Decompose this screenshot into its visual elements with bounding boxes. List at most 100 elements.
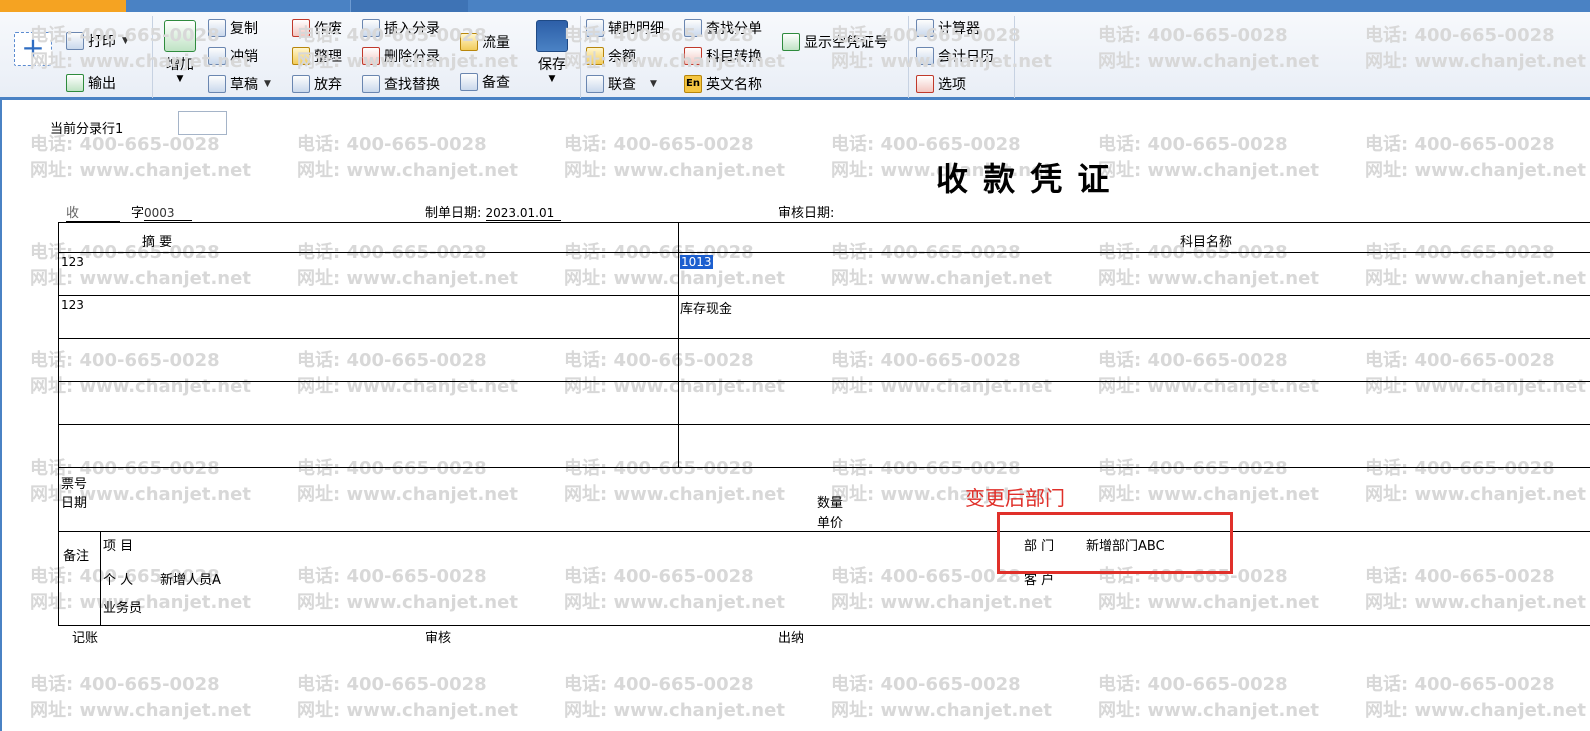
watermark-phone: 电话: 400-665-0028	[564, 242, 754, 263]
watermark-site: 网址: www.chanjet.net	[30, 700, 251, 721]
active-tab[interactable]	[0, 0, 126, 12]
balance-icon	[586, 47, 604, 65]
draft-icon	[208, 75, 226, 93]
find-replace-button[interactable]: 查找替换	[362, 73, 440, 95]
watermark-phone: 电话: 400-665-0028	[1365, 242, 1555, 263]
add-button[interactable]: 增加 ▼	[158, 20, 202, 84]
find-replace-label: 查找替换	[384, 77, 440, 93]
calculator-label: 计算器	[938, 21, 980, 37]
arrange-button[interactable]: 整理	[292, 45, 342, 67]
english-en-icon: En	[684, 75, 702, 93]
flow-button[interactable]: 流量	[460, 31, 510, 53]
current-row-label: 当前分录行1	[50, 122, 124, 137]
watermark-phone: 电话: 400-665-0028	[297, 134, 487, 155]
calculator-button[interactable]: 计算器	[916, 17, 980, 39]
watermark-site: 网址: www.chanjet.net	[564, 268, 785, 289]
person-value[interactable]: 新增人员A	[160, 569, 221, 588]
watermark-site: 网址: www.chanjet.net	[564, 484, 785, 505]
row4-summary[interactable]	[60, 383, 676, 423]
watermark-phone: 电话: 400-665-0028	[831, 242, 1021, 263]
new-tab-button[interactable]: +	[14, 32, 52, 66]
watermark-phone: 电话: 400-665-0028	[297, 674, 487, 695]
linked-query-label: 联查	[608, 77, 636, 93]
void-button[interactable]: 作废	[292, 17, 342, 39]
watermark-site: 网址: www.chanjet.net	[1365, 700, 1586, 721]
draft-label: 草稿	[230, 77, 258, 93]
chevron-down-icon[interactable]: ▼	[650, 79, 657, 89]
ticket-no-label: 票号	[61, 477, 88, 492]
print-button[interactable]: 打印 ▼	[66, 30, 129, 52]
flow-icon	[460, 33, 478, 51]
abandon-label: 放弃	[314, 77, 342, 93]
audit-date-label: 审核日期:	[778, 206, 835, 221]
watermark-site: 网址: www.chanjet.net	[1098, 700, 1319, 721]
aux-detail-button[interactable]: 辅助明细	[586, 17, 664, 39]
balance-label: 余额	[608, 49, 636, 65]
voucher-number[interactable]: 0003	[144, 206, 193, 221]
annotation-highlight-box	[997, 512, 1233, 574]
project-label: 项 目	[103, 539, 134, 554]
find-entry-button[interactable]: 查找分单	[684, 17, 762, 39]
export-label: 输出	[88, 76, 116, 92]
watermark-phone: 电话: 400-665-0028	[1365, 134, 1555, 155]
current-row-input[interactable]	[178, 111, 227, 135]
row3-account[interactable]	[680, 340, 1580, 380]
add-label: 增加	[166, 57, 194, 73]
backup-check-icon	[460, 73, 478, 91]
row1-account[interactable]: 1013	[680, 255, 713, 269]
reverse-button[interactable]: 冲销	[208, 45, 258, 67]
abandon-button[interactable]: 放弃	[292, 73, 342, 95]
watermark-phone: 电话: 400-665-0028	[1365, 674, 1555, 695]
copy-button[interactable]: 复制	[208, 17, 258, 39]
export-button[interactable]: 输出	[66, 72, 116, 94]
chevron-down-icon[interactable]: ▼	[158, 74, 202, 84]
row1-summary[interactable]: 123	[61, 255, 84, 269]
reverse-icon	[208, 47, 226, 65]
watermark-site: 网址: www.chanjet.net	[297, 592, 518, 613]
delete-entry-icon	[362, 47, 380, 65]
account-convert-icon	[684, 47, 702, 65]
row2-account[interactable]: 库存现金	[680, 298, 732, 317]
quantity-label: 数量	[817, 496, 844, 511]
arrange-label: 整理	[314, 49, 342, 65]
account-convert-button[interactable]: 科目转换	[684, 45, 762, 67]
calculator-icon	[916, 19, 934, 37]
row5-account[interactable]	[680, 426, 1580, 466]
row5-summary[interactable]	[60, 426, 676, 466]
delete-entry-button[interactable]: 删除分录	[362, 45, 440, 67]
unit-price-label: 单价	[817, 516, 844, 531]
row1-account-selected[interactable]: 1013	[680, 255, 713, 269]
linked-query-button[interactable]: 联查 ▼	[586, 73, 657, 95]
backup-check-button[interactable]: 备查	[460, 71, 510, 93]
watermark-site: 网址: www.chanjet.net	[1365, 268, 1586, 289]
options-button[interactable]: 选项	[916, 73, 966, 95]
toolbar: + 打印 ▼ 输出 增加 ▼ 复制 冲销 草稿 ▼ 作废 整理 放弃 插入分录 …	[0, 12, 1590, 100]
voucher-type[interactable]: 收	[66, 202, 120, 222]
balance-button[interactable]: 余额	[586, 45, 636, 67]
english-name-button[interactable]: En 英文名称	[684, 73, 762, 95]
abandon-icon	[292, 75, 310, 93]
voucher-type-char[interactable]: 收	[66, 202, 120, 222]
chevron-down-icon[interactable]: ▼	[530, 74, 574, 84]
row3-summary[interactable]	[60, 340, 676, 380]
make-date-value[interactable]: 2023.01.01	[485, 206, 561, 221]
copy-icon	[208, 19, 226, 37]
show-empty-voucher-no-button[interactable]: 显示空凭证号	[782, 31, 888, 53]
col-header-summary: 摘 要	[142, 235, 173, 250]
chevron-down-icon[interactable]: ▼	[264, 79, 271, 89]
watermark-site: 网址: www.chanjet.net	[564, 592, 785, 613]
remark-label: 备注	[63, 549, 90, 564]
voucher-number-field[interactable]: 字0003	[131, 202, 193, 221]
row4-account[interactable]	[680, 383, 1580, 423]
calendar-icon	[916, 47, 934, 65]
tab-segment[interactable]	[350, 0, 468, 12]
chevron-down-icon[interactable]: ▼	[122, 36, 129, 46]
watermark-site: 网址: www.chanjet.net	[564, 700, 785, 721]
void-label: 作废	[314, 21, 342, 37]
save-button[interactable]: 保存 ▼	[530, 20, 574, 84]
draft-button[interactable]: 草稿 ▼	[208, 73, 271, 95]
insert-entry-button[interactable]: 插入分录	[362, 17, 440, 39]
accounting-calendar-button[interactable]: 会计日历	[916, 45, 994, 67]
watermark-phone: 电话: 400-665-0028	[831, 566, 1021, 587]
row2-summary[interactable]: 123	[61, 298, 84, 312]
